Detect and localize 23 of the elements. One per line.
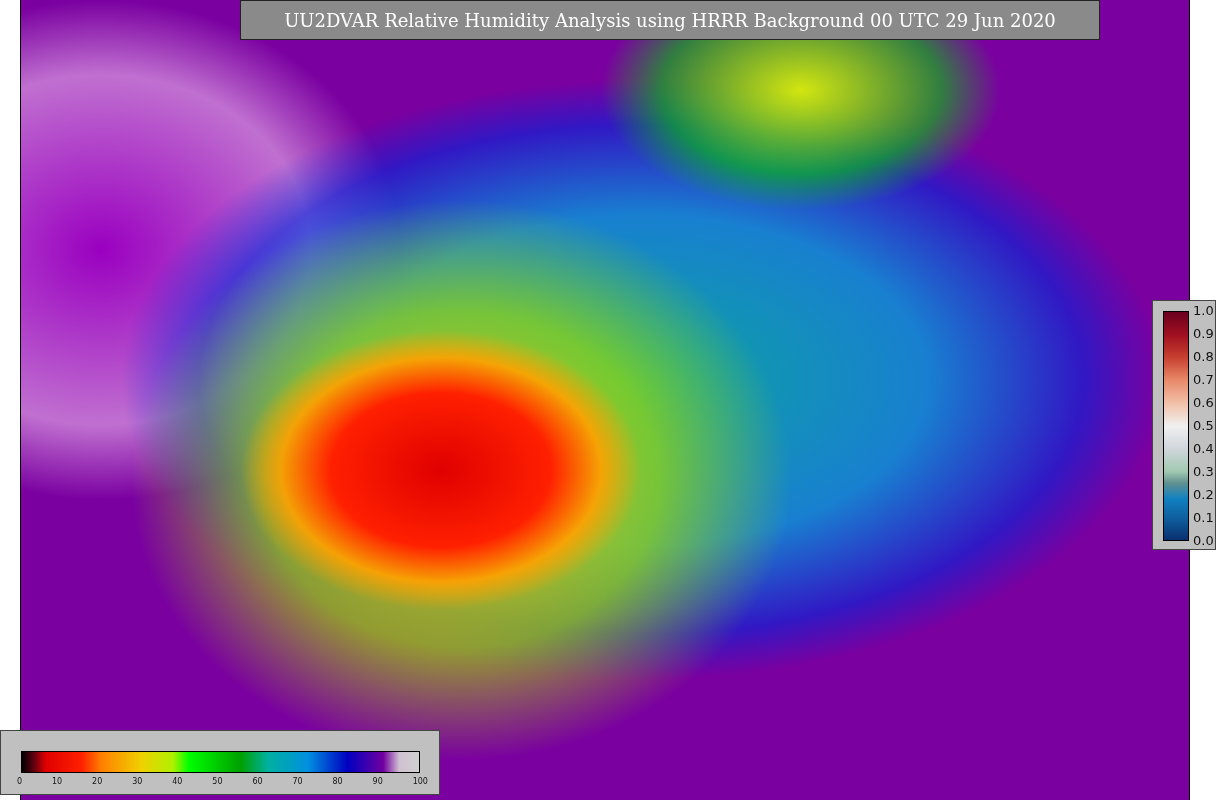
- tick-label: 90: [372, 777, 383, 786]
- tick-label: 0.0: [1193, 533, 1214, 549]
- tick-label: 10: [52, 777, 63, 786]
- tick-label: 0.5: [1193, 418, 1214, 434]
- tick-label: 0.4: [1193, 441, 1214, 457]
- tick-label: 0.6: [1193, 395, 1214, 411]
- tick-label: 0.2: [1193, 487, 1214, 503]
- tick-label: 70: [292, 777, 303, 786]
- tick-label: 50: [212, 777, 223, 786]
- tick-label: 30: [132, 777, 143, 786]
- tick-label: 20: [92, 777, 103, 786]
- tick-label: 0.1: [1193, 510, 1214, 526]
- tick-label: 0.9: [1193, 326, 1214, 342]
- map-title: UU2DVAR Relative Humidity Analysis using HRRR Background 00 UTC 29 Jun 2020: [240, 0, 1100, 40]
- tick-label: 40: [172, 777, 183, 786]
- tick-label: 0.3: [1193, 464, 1214, 480]
- tick-label: 0: [17, 777, 23, 786]
- tick-label: 100: [412, 777, 428, 786]
- tick-label: 0.7: [1193, 372, 1214, 388]
- tick-label: 0.8: [1193, 349, 1214, 365]
- tick-label: 80: [332, 777, 343, 786]
- tick-label: 60: [252, 777, 263, 786]
- tick-label: 1.0: [1193, 303, 1214, 319]
